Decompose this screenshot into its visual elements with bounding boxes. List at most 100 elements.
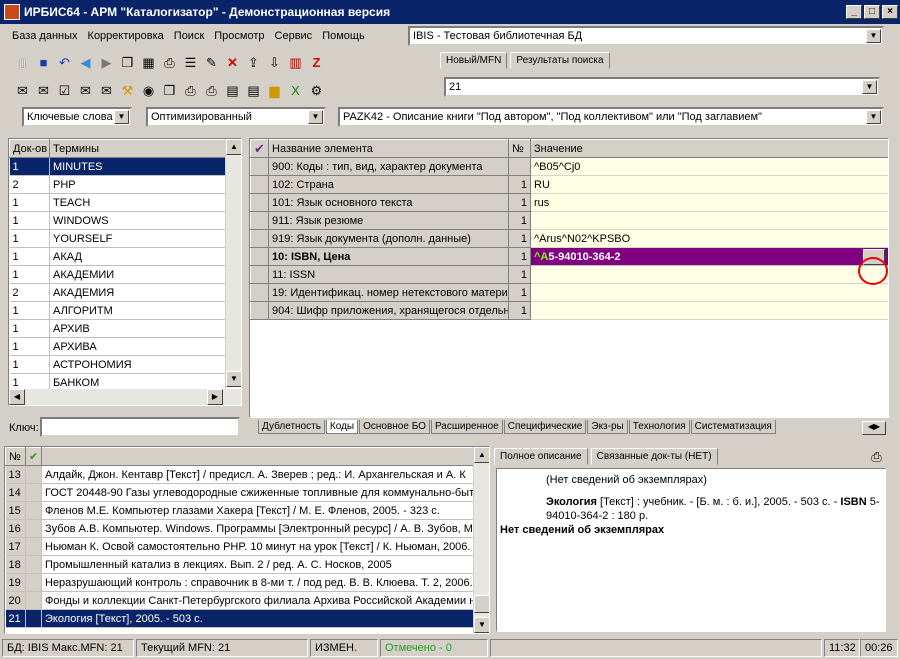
- field-value[interactable]: rus: [530, 193, 888, 212]
- terms-row[interactable]: 2 АКАДЕМИЯ: [9, 283, 226, 302]
- results-scrollbar[interactable]: ▲ ▼: [473, 447, 489, 633]
- tab-new-mfn[interactable]: Новый/MFN: [440, 52, 508, 69]
- result-row[interactable]: 13 Алдайк, Джон. Кентавр [Текст] / предис…: [5, 465, 474, 484]
- result-row[interactable]: 18 Промышленный катализ в лекциях. Вып. 2…: [5, 555, 474, 574]
- row-indicator[interactable]: [250, 157, 269, 176]
- field-row[interactable]: 911: Язык резюме 1: [250, 211, 888, 230]
- terms-row[interactable]: 1 TEACH: [9, 193, 226, 212]
- menu-database[interactable]: База данных: [12, 30, 78, 42]
- result-mark[interactable]: [25, 483, 42, 502]
- back-icon[interactable]: ◀: [75, 52, 96, 73]
- view-icon[interactable]: ◉: [138, 80, 159, 101]
- field-value-edit[interactable]: ^A5-94010-364-2...: [530, 247, 888, 266]
- result-row[interactable]: 20 Фонды и коллекции Санкт-Петербургского…: [5, 591, 474, 610]
- worksheet-tab-4[interactable]: Специфические: [503, 420, 587, 434]
- result-row[interactable]: 19 Неразрушающий контроль : справочник в …: [5, 573, 474, 592]
- delete-icon[interactable]: ✕: [222, 52, 243, 73]
- result-mark[interactable]: [25, 501, 42, 520]
- result-mark[interactable]: [25, 591, 42, 610]
- row-indicator[interactable]: [250, 175, 269, 194]
- terms-row[interactable]: 1 АКАДЕМИИ: [9, 265, 226, 284]
- menu-search[interactable]: Поиск: [174, 30, 204, 42]
- terms-scrollbar[interactable]: ▲ ▼: [225, 139, 241, 387]
- copy-icon[interactable]: ❐: [117, 52, 138, 73]
- print-record-icon[interactable]: ⎙: [180, 80, 201, 101]
- search-mode-select[interactable]: Ключевые слова ▼: [22, 107, 132, 127]
- scroll-down-icon[interactable]: ▼: [226, 371, 241, 387]
- menu-service[interactable]: Сервис: [275, 30, 313, 42]
- result-mark[interactable]: [25, 537, 42, 556]
- new-doc-icon[interactable]: ▯: [12, 52, 33, 73]
- edit-icon[interactable]: ✎: [201, 52, 222, 73]
- tree-icon[interactable]: ☰: [180, 52, 201, 73]
- terms-row[interactable]: 1 АРХИВА: [9, 337, 226, 356]
- worksheet-tab-0[interactable]: Дублетность: [258, 420, 325, 434]
- row-indicator[interactable]: [250, 283, 269, 302]
- key-input[interactable]: [40, 417, 240, 437]
- worksheet-tab-7[interactable]: Систематизация: [690, 420, 776, 434]
- excel-icon[interactable]: X: [285, 80, 306, 101]
- worksheet-tab-2[interactable]: Основное БО: [359, 420, 430, 434]
- save-icon[interactable]: ■: [33, 52, 54, 73]
- forward-icon[interactable]: ▶: [96, 52, 117, 73]
- terms-row[interactable]: 1 АКАД: [9, 247, 226, 266]
- terms-row[interactable]: 1 АРХИВ: [9, 319, 226, 338]
- fields-col-value[interactable]: Значение: [530, 139, 888, 158]
- comment-icon[interactable]: ✉: [12, 80, 33, 101]
- folder-icon[interactable]: ▆: [264, 80, 285, 101]
- z3950-icon[interactable]: Z: [306, 52, 327, 73]
- terms-row[interactable]: 1 MINUTES: [9, 157, 226, 176]
- field-row[interactable]: 101: Язык основного текста 1 rus: [250, 193, 888, 212]
- row-indicator[interactable]: [250, 265, 269, 284]
- row-indicator[interactable]: [250, 193, 269, 212]
- export-icon[interactable]: ⇪: [243, 52, 264, 73]
- print-icon[interactable]: ⎙: [159, 52, 180, 73]
- minimize-button[interactable]: _: [846, 5, 862, 19]
- scroll-left-icon[interactable]: ◀: [9, 389, 25, 405]
- field-value[interactable]: ^Arus^N02^KPSBO: [530, 229, 888, 248]
- results-check-icon[interactable]: ✔: [25, 447, 42, 466]
- terms-row[interactable]: 2 PHP: [9, 175, 226, 194]
- barcode-icon[interactable]: ▥: [285, 52, 306, 73]
- row-indicator[interactable]: [250, 247, 269, 266]
- terms-col-docs[interactable]: Док-ов: [9, 139, 50, 158]
- worksheet-tab-3[interactable]: Расширенное: [430, 420, 503, 434]
- copy-record-icon[interactable]: ❐: [159, 80, 180, 101]
- undo-icon[interactable]: ↶: [54, 52, 75, 73]
- field-row[interactable]: 904: Шифр приложения, хранящегося отдель…: [250, 301, 888, 320]
- terms-col-terms[interactable]: Термины: [49, 139, 226, 158]
- print-desc-icon[interactable]: ⎙: [866, 446, 887, 467]
- result-row[interactable]: 17 Ньюман К. Освой самостоятельно PHP. 10…: [5, 537, 474, 556]
- comment2-icon[interactable]: ✉: [33, 80, 54, 101]
- result-row[interactable]: 15 Фленов М.Е. Компьютер глазами Хакера […: [5, 501, 474, 520]
- database-select[interactable]: IBIS - Тестовая библиотечная БД ▼: [408, 26, 884, 46]
- scroll-down-icon[interactable]: ▼: [474, 617, 489, 633]
- field-row[interactable]: 919: Язык документа (дополн. данные) 1 ^Ar…: [250, 229, 888, 248]
- settings-icon[interactable]: ⚙: [306, 80, 327, 101]
- result-row[interactable]: 21 Экология [Текст], 2005. - 503 с.: [5, 609, 474, 628]
- field-row[interactable]: 10: ISBN, Цена 1 ^A5-94010-364-2...: [250, 247, 888, 266]
- fields-col-name[interactable]: Название элемента: [268, 139, 509, 158]
- worksheet-tab-1[interactable]: Коды: [325, 420, 359, 434]
- message2-icon[interactable]: ✉: [96, 80, 117, 101]
- row-indicator[interactable]: [250, 211, 269, 230]
- menu-view[interactable]: Просмотр: [214, 30, 264, 42]
- result-mark[interactable]: [25, 555, 42, 574]
- worksheet-tab-5[interactable]: Экз-ры: [587, 420, 628, 434]
- tab-scroll-icon[interactable]: ◀▶: [862, 421, 886, 435]
- tab-full-description[interactable]: Полное описание: [494, 448, 588, 465]
- result-mark[interactable]: [25, 519, 42, 538]
- documents-icon[interactable]: ▤: [243, 80, 264, 101]
- document-icon[interactable]: ▤: [222, 80, 243, 101]
- result-mark[interactable]: [25, 573, 42, 592]
- check-list-icon[interactable]: ☑: [54, 80, 75, 101]
- scroll-up-icon[interactable]: ▲: [474, 447, 489, 463]
- row-indicator[interactable]: [250, 229, 269, 248]
- scroll-up-icon[interactable]: ▲: [226, 139, 241, 155]
- field-row[interactable]: 19: Идентификац. номер нетекстового мате…: [250, 283, 888, 302]
- result-mark[interactable]: [25, 609, 42, 628]
- fields-col-num[interactable]: №: [508, 139, 531, 158]
- terms-row[interactable]: 1 YOURSELF: [9, 229, 226, 248]
- terms-row[interactable]: 1 WINDOWS: [9, 211, 226, 230]
- search-method-select[interactable]: Оптимизированный ▼: [146, 107, 326, 127]
